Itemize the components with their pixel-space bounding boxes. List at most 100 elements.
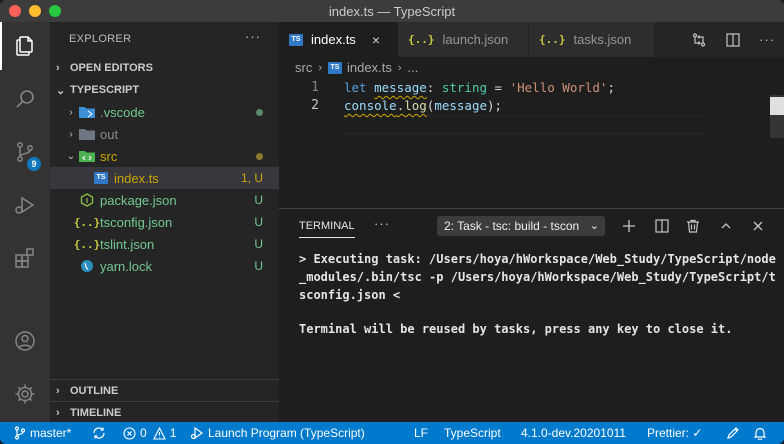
explorer-activity-button[interactable]	[0, 22, 50, 70]
problems-status[interactable]: 0 1	[123, 422, 176, 444]
run-debug-activity-button[interactable]	[0, 181, 50, 229]
eol-status[interactable]: LF	[414, 422, 428, 444]
tree-item-tsconfig-json[interactable]: {..} tsconfig.json U	[50, 211, 279, 233]
variable: message	[374, 80, 427, 95]
chevron-right-icon: ›	[69, 106, 73, 118]
typescript-file-icon: TS	[92, 170, 110, 186]
breadcrumb: src › TS index.ts › ...	[295, 60, 418, 75]
activity-bar: 9	[0, 22, 50, 422]
window-title: index.ts — TypeScript	[328, 4, 456, 19]
close-icon[interactable]: ×	[372, 32, 380, 48]
typescript-file-icon: TS	[328, 61, 343, 74]
json-file-icon: {..}	[73, 215, 101, 229]
yarn-icon	[78, 258, 96, 274]
tree-item-label: .vscode	[100, 104, 145, 120]
branch-status[interactable]: master*	[14, 422, 71, 444]
identifier: console	[344, 98, 397, 113]
tree-item-vscode[interactable]: › .vscode	[50, 101, 279, 123]
chevron-right-icon: ›	[56, 406, 60, 419]
new-terminal-button[interactable]	[617, 214, 641, 238]
trash-icon	[687, 219, 699, 233]
code-line-1[interactable]: let message: string = 'Hello World';	[344, 80, 615, 95]
outline-section[interactable]: › OUTLINE	[50, 379, 279, 401]
tab-terminal[interactable]: TERMINAL	[299, 220, 355, 238]
open-editors-section[interactable]: › OPEN EDITORS	[50, 57, 279, 79]
untracked-dot	[233, 105, 263, 119]
title-bar: index.ts — TypeScript	[0, 0, 784, 22]
files-icon	[16, 36, 33, 56]
breadcrumb-folder[interactable]: src	[295, 60, 312, 75]
npm-package-icon	[78, 192, 96, 208]
scm-badge: 9	[27, 157, 41, 171]
terminal-select[interactable]: 2: Task - tsc: build - tscon ⌄	[437, 216, 605, 236]
search-activity-button[interactable]	[0, 75, 50, 123]
explorer-more-button[interactable]: ···	[245, 29, 261, 44]
open-changes-button[interactable]	[682, 22, 716, 57]
notifications-button[interactable]	[753, 422, 771, 444]
punctuation: ;	[607, 80, 615, 95]
breadcrumb-more[interactable]: ...	[408, 60, 419, 75]
split-editor-button[interactable]	[716, 22, 750, 57]
outline-label: OUTLINE	[70, 384, 119, 397]
code-line-2[interactable]: console.log(message);	[344, 98, 502, 113]
prettier-label: Prettier: ✓	[647, 426, 703, 440]
breadcrumb-file[interactable]: index.ts	[347, 60, 392, 75]
tab-label: index.ts	[311, 32, 356, 47]
tree-item-status: U	[254, 259, 263, 273]
line-number: 1	[311, 80, 319, 95]
tab-tasks-json[interactable]: {..} tasks.json	[529, 22, 654, 57]
tree-item-package-json[interactable]: package.json U	[50, 189, 279, 211]
operator: =	[494, 80, 503, 95]
tab-index-ts[interactable]: TS index.ts ×	[279, 22, 398, 57]
warning-count: 1	[169, 426, 177, 440]
chevron-right-icon: ›	[69, 128, 73, 140]
extensions-activity-button[interactable]	[0, 234, 50, 282]
accounts-activity-button[interactable]	[0, 317, 50, 365]
explorer-sidebar: EXPLORER ··· › OPEN EDITORS ⌄ TYPESCRIPT…	[50, 22, 279, 422]
terminal-line: _modules/.bin/tsc -p /Users/hoya/hWorksp…	[299, 270, 776, 284]
feedback-button[interactable]	[726, 422, 744, 444]
typescript-version-status[interactable]: 4.1.0-dev.20201011	[521, 422, 626, 444]
kill-terminal-button[interactable]	[681, 214, 705, 238]
terminal-line: Terminal will be reused by tasks, press …	[299, 322, 733, 336]
tree-item-yarn-lock[interactable]: yarn.lock U	[50, 255, 279, 277]
minimap[interactable]	[770, 97, 784, 115]
editor-actions: ···	[682, 22, 784, 57]
close-panel-button[interactable]	[746, 214, 770, 238]
tab-label: launch.json	[442, 32, 509, 47]
keyword: let	[344, 80, 367, 95]
launch-config-status[interactable]: Launch Program (TypeScript)	[190, 422, 365, 444]
extensions-icon	[15, 248, 34, 268]
tree-item-label: package.json	[100, 192, 177, 208]
tree-item-index-ts[interactable]: TS index.ts 1, U	[50, 167, 279, 189]
json-file-icon: {..}	[408, 33, 435, 46]
tree-item-status: U	[254, 237, 263, 251]
line-number: 2	[311, 98, 319, 113]
maximize-panel-button[interactable]	[714, 214, 738, 238]
project-section[interactable]: ⌄ TYPESCRIPT	[50, 79, 279, 101]
split-editor-icon	[726, 32, 740, 47]
chevron-down-icon: ⌄	[56, 84, 66, 97]
timeline-section[interactable]: › TIMELINE	[50, 401, 279, 423]
compare-changes-icon	[692, 32, 706, 47]
tree-item-out[interactable]: › out	[50, 123, 279, 145]
manage-activity-button[interactable]	[0, 370, 50, 418]
tree-item-label: out	[100, 126, 119, 142]
string-literal: 'Hello World'	[509, 80, 608, 95]
git-branch-icon	[14, 426, 26, 440]
tree-item-status: U	[254, 193, 263, 207]
tree-item-label: src	[100, 148, 118, 164]
argument: message	[434, 98, 488, 113]
search-icon	[16, 90, 34, 108]
source-control-activity-button[interactable]: 9	[0, 128, 50, 176]
more-actions-button[interactable]: ···	[750, 22, 784, 57]
panel-more-button[interactable]: ···	[374, 216, 390, 231]
tree-item-src[interactable]: ⌄ src	[50, 145, 279, 167]
split-terminal-button[interactable]	[650, 214, 674, 238]
tree-item-tslint-json[interactable]: {..} tslint.json U	[50, 233, 279, 255]
prettier-status[interactable]: Prettier: ✓	[647, 422, 702, 444]
sync-button[interactable]	[92, 422, 110, 444]
src-folder-icon	[78, 148, 96, 164]
tab-launch-json[interactable]: {..} launch.json	[398, 22, 528, 57]
language-mode-status[interactable]: TypeScript	[444, 422, 501, 444]
